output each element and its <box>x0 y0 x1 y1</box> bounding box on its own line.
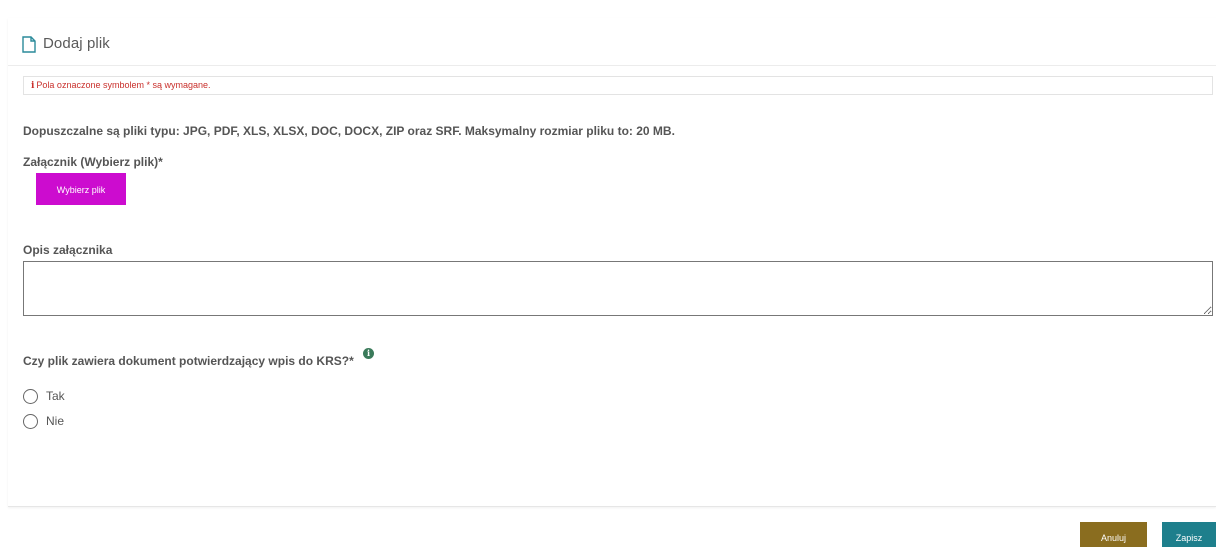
radio-option-nie[interactable]: Nie <box>23 412 64 430</box>
panel-title: Dodaj plik <box>43 35 110 52</box>
info-icon: i <box>31 81 35 91</box>
panel-header: Dodaj plik <box>8 18 1216 66</box>
cancel-button[interactable]: Anuluj <box>1080 522 1147 547</box>
info-circle-icon[interactable]: i <box>363 348 374 359</box>
radio-option-tak[interactable]: Tak <box>23 387 65 405</box>
required-fields-note: i Pola oznaczone symbolem * są wymagane. <box>23 76 1213 95</box>
required-note-text: Pola oznaczone symbolem * są wymagane. <box>36 80 211 90</box>
description-label: Opis załącznika <box>23 243 113 257</box>
description-textarea[interactable] <box>23 261 1213 316</box>
choose-file-button[interactable]: Wybierz plik <box>36 173 126 205</box>
document-icon <box>22 36 36 53</box>
attachment-label: Załącznik (Wybierz plik)* <box>23 155 163 169</box>
save-button[interactable]: Zapisz <box>1162 522 1216 547</box>
radio-button-nie[interactable] <box>23 413 38 429</box>
radio-button-tak[interactable] <box>23 388 38 404</box>
allowed-file-types-text: Dopuszczalne są pliki typu: JPG, PDF, XL… <box>23 124 675 138</box>
add-file-panel: Dodaj plik i Pola oznaczone symbolem * są… <box>8 18 1216 507</box>
radio-label-tak: Tak <box>46 389 65 403</box>
krs-question-label: Czy plik zawiera dokument potwierdzający… <box>23 354 354 368</box>
radio-label-nie: Nie <box>46 414 65 428</box>
